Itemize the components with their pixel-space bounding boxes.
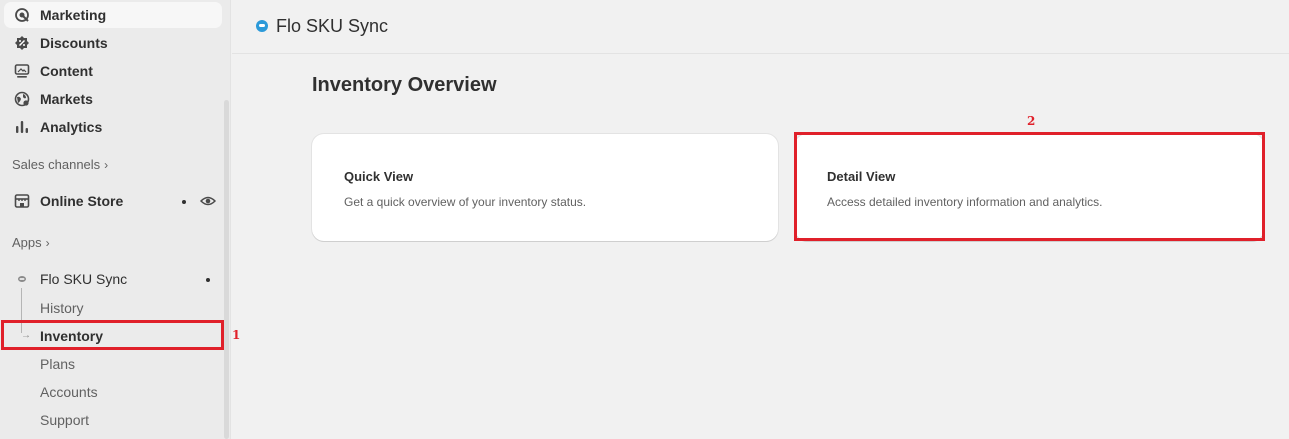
sidebar-subitem-plans[interactable]: Plans <box>40 356 75 372</box>
sidebar-item-label: Content <box>40 63 93 79</box>
app-header: Flo SKU Sync <box>232 0 1289 54</box>
globe-icon <box>13 90 31 108</box>
app-icon <box>256 20 268 32</box>
quick-view-card[interactable]: Quick View Get a quick overview of your … <box>312 134 778 241</box>
sidebar: Marketing Discounts Content Markets Anal… <box>0 0 231 439</box>
page-title: Inventory Overview <box>312 74 497 96</box>
target-icon <box>13 6 31 24</box>
eye-icon[interactable] <box>200 193 216 209</box>
discount-icon <box>13 34 31 52</box>
sidebar-item-label: Markets <box>40 91 93 107</box>
sidebar-item-markets[interactable]: Markets <box>4 86 222 112</box>
bar-chart-icon <box>13 118 31 136</box>
sidebar-item-discounts[interactable]: Discounts <box>4 30 222 56</box>
annotation-label-2: 2 <box>1027 114 1036 128</box>
annotation-box-1 <box>1 320 224 350</box>
sidebar-item-label: Flo SKU Sync <box>40 271 128 287</box>
sidebar-item-analytics[interactable]: Analytics <box>4 114 222 140</box>
chevron-right-icon: › <box>104 157 109 172</box>
sidebar-subitem-accounts[interactable]: Accounts <box>40 384 98 400</box>
app-icon <box>13 270 31 288</box>
store-icon <box>13 192 31 210</box>
sidebar-item-marketing[interactable]: Marketing <box>4 2 222 28</box>
status-dot <box>182 200 186 204</box>
sidebar-subitem-support[interactable]: Support <box>40 412 89 428</box>
sidebar-item-label: Discounts <box>40 35 108 51</box>
sidebar-item-label: Analytics <box>40 119 103 135</box>
sidebar-item-label: Online Store <box>40 193 124 209</box>
content-icon <box>13 62 31 80</box>
sidebar-item-flo-sku-sync[interactable]: Flo SKU Sync <box>4 266 222 292</box>
chevron-right-icon: › <box>45 235 50 250</box>
card-title: Quick View <box>344 169 414 184</box>
card-description: Get a quick overview of your inventory s… <box>344 195 587 209</box>
sidebar-item-online-store[interactable]: Online Store <box>4 188 222 214</box>
annotation-label-1: 1 <box>232 328 241 342</box>
annotation-box-2 <box>794 132 1265 241</box>
sales-channels-heading[interactable]: Sales channels › <box>12 157 108 172</box>
sidebar-item-content[interactable]: Content <box>4 58 222 84</box>
app-title: Flo SKU Sync <box>276 16 389 36</box>
sidebar-item-label: Marketing <box>40 7 107 23</box>
status-dot <box>206 278 210 282</box>
sidebar-scrollbar[interactable] <box>224 100 229 439</box>
apps-heading[interactable]: Apps › <box>12 235 50 250</box>
sidebar-subitem-history[interactable]: History <box>40 300 84 316</box>
